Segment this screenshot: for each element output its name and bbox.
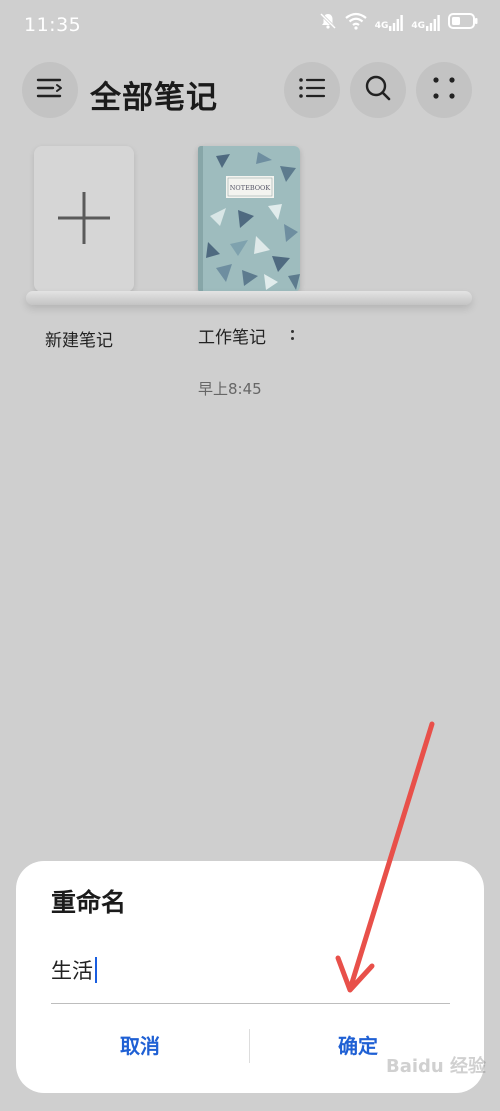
- notebook-time: 早上8:45: [198, 380, 262, 398]
- list-view-icon: [298, 77, 326, 103]
- button-divider: [249, 1029, 250, 1063]
- new-note-card[interactable]: [34, 146, 134, 292]
- battery-icon: [448, 13, 478, 33]
- rename-input[interactable]: 生活: [51, 955, 97, 985]
- menu-button[interactable]: [22, 62, 78, 118]
- menu-icon: [36, 77, 64, 103]
- status-time: 11:35: [24, 14, 82, 36]
- status-icons: 4G 4G: [319, 12, 478, 34]
- rename-input-value: 生活: [51, 959, 93, 983]
- new-note-label: 新建笔记: [45, 331, 113, 351]
- notebook-name: 工作笔记: [198, 328, 266, 348]
- search-button[interactable]: [350, 62, 406, 118]
- cancel-button[interactable]: 取消: [40, 1019, 240, 1069]
- more-options-button[interactable]: [416, 62, 472, 118]
- notebook-cover-text: NOTEBOOK: [230, 184, 271, 192]
- input-underline: [51, 1003, 450, 1004]
- notebook-more-icon[interactable]: [286, 330, 298, 352]
- more-dots-icon: [432, 76, 456, 104]
- mute-bell-icon: [319, 12, 337, 34]
- bookshelf: [26, 291, 472, 305]
- notebook-cover[interactable]: NOTEBOOK: [198, 146, 300, 292]
- notebook-cover-art: NOTEBOOK: [198, 146, 300, 292]
- plus-icon: [56, 190, 112, 250]
- signal-4g-icon: 4G: [375, 15, 404, 31]
- page-title: 全部笔记: [90, 80, 218, 116]
- search-icon: [364, 74, 392, 106]
- list-view-button[interactable]: [284, 62, 340, 118]
- wifi-icon: [345, 12, 367, 34]
- text-caret: [95, 957, 97, 983]
- dialog-title: 重命名: [51, 888, 127, 917]
- status-bar: 11:35 4G 4G: [0, 0, 500, 52]
- signal-4g-icon: 4G: [411, 15, 440, 31]
- watermark: Baidu 经验: [386, 1056, 487, 1077]
